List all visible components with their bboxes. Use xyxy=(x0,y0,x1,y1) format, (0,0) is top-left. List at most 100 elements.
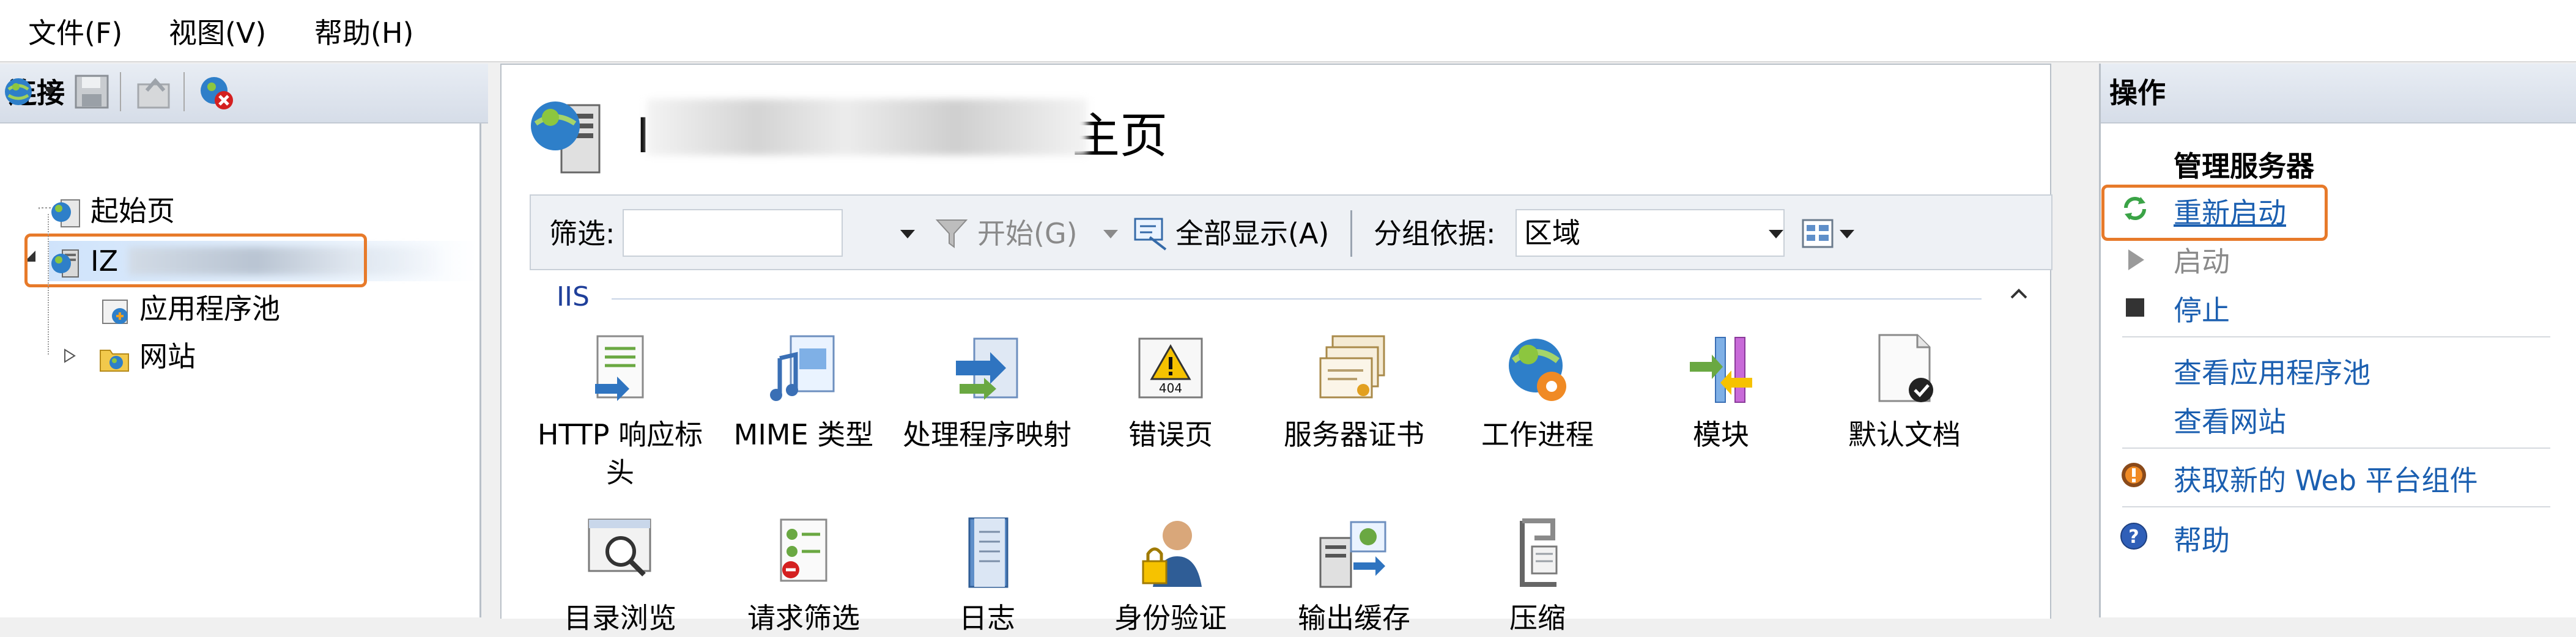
feature-label: 默认文档 xyxy=(1848,418,1961,451)
group-by-dropdown-arrow[interactable] xyxy=(1769,230,1783,238)
menu-help[interactable]: 帮助(H) xyxy=(314,11,413,51)
feature-compression[interactable]: 压缩 xyxy=(1446,514,1629,637)
get-web-platform-link[interactable]: 获取新的 Web 平台组件 xyxy=(2174,458,2478,499)
show-all-icon[interactable] xyxy=(1131,215,1169,252)
feature-label: 服务器证书 xyxy=(1284,418,1424,451)
feature-label: 身份验证 xyxy=(1114,602,1227,635)
toolbar-separator xyxy=(120,72,121,111)
toolbar-separator xyxy=(183,72,185,111)
save-icon[interactable] xyxy=(72,72,111,111)
help-icon: ? xyxy=(2120,523,2147,550)
feature-directory-browsing[interactable]: 目录浏览 xyxy=(528,514,712,637)
feature-server-certificates[interactable]: 服务器证书 xyxy=(1262,330,1446,454)
authentication-icon xyxy=(1142,521,1202,587)
filter-dropdown-arrow[interactable] xyxy=(900,230,915,238)
connections-panel: 连接 xyxy=(0,64,488,617)
feature-label: 目录浏览 xyxy=(564,602,676,635)
menu-file[interactable]: 文件(F) xyxy=(28,11,122,51)
start-link[interactable]: 启动 xyxy=(2174,240,2230,280)
server-highlight-box xyxy=(24,234,367,287)
feature-logging[interactable]: 日志 xyxy=(895,514,1079,637)
feature-output-caching[interactable]: 输出缓存 xyxy=(1262,514,1446,637)
funnel-icon[interactable] xyxy=(935,216,969,251)
output-caching-icon xyxy=(1319,521,1386,588)
actions-divider xyxy=(2122,447,2550,449)
feature-modules[interactable]: 模块 xyxy=(1629,330,1813,454)
tree-guide-line xyxy=(48,214,50,355)
feature-request-filtering[interactable]: 请求筛选 xyxy=(712,514,895,637)
mime-types-icon xyxy=(770,335,835,401)
stop-link[interactable]: 停止 xyxy=(2174,289,2230,329)
group-by-label: 分组依据: xyxy=(1374,217,1496,250)
feature-label: 工作进程 xyxy=(1481,418,1594,451)
tree-item-sites[interactable]: 网站 xyxy=(98,336,196,377)
expand-arrow-icon[interactable] xyxy=(64,348,76,363)
filter-label: 筛选: xyxy=(549,217,615,250)
view-mode-icon[interactable] xyxy=(1801,216,1835,251)
sites-folder-icon xyxy=(100,349,129,372)
collapse-chevron-icon[interactable] xyxy=(2010,287,2028,300)
feature-error-pages[interactable]: 404 错误页 xyxy=(1079,330,1262,454)
up-level-icon[interactable] xyxy=(135,72,174,111)
feature-authentication[interactable]: 身份验证 xyxy=(1079,514,1262,637)
actions-divider xyxy=(2122,506,2550,507)
logging-icon xyxy=(968,517,1009,588)
feature-handler-mappings[interactable]: 处理程序映射 xyxy=(895,330,1079,454)
start-page-label: 起始页 xyxy=(91,194,175,227)
start-icon xyxy=(2128,249,2144,270)
feature-label: 错误页 xyxy=(1128,418,1213,451)
feature-label: 请求筛选 xyxy=(747,602,860,635)
feature-label: 日志 xyxy=(959,602,1015,635)
feature-worker-processes[interactable]: 工作进程 xyxy=(1446,330,1629,454)
view-sites-link[interactable]: 查看网站 xyxy=(2174,400,2286,440)
feature-mime-types[interactable]: MIME 类型 xyxy=(712,330,895,454)
app-pools-label: 应用程序池 xyxy=(139,292,280,325)
filter-input[interactable] xyxy=(623,209,843,257)
request-filtering-icon xyxy=(780,518,827,582)
filter-toolbar: 筛选: 开始(G) 全部显示(A) 分组依据: 区域 xyxy=(530,194,2052,270)
default-document-icon xyxy=(1878,334,1933,402)
actions-panel: 操作 xyxy=(2099,64,2576,617)
group-by-select[interactable]: 区域 xyxy=(1516,209,1785,257)
disconnect-icon[interactable] xyxy=(197,72,236,111)
toolbar-separator xyxy=(1350,210,1352,257)
start-dropdown-arrow[interactable] xyxy=(1103,230,1118,238)
help-link[interactable]: 帮助 xyxy=(2174,518,2230,559)
menu-bar: 文件(F) 视图(V) 帮助(H) xyxy=(0,0,2576,62)
feature-label: 模块 xyxy=(1693,418,1749,451)
svg-text:?: ? xyxy=(2128,526,2139,548)
http-response-headers-icon xyxy=(595,335,644,401)
restart-highlight-box xyxy=(2101,185,2328,241)
stop-icon xyxy=(2126,298,2144,317)
svg-text:404: 404 xyxy=(1159,381,1182,396)
show-all-button[interactable]: 全部显示(A) xyxy=(1175,196,1329,271)
connect-globe-icon[interactable] xyxy=(2,72,42,111)
start-button[interactable]: 开始(G) xyxy=(977,196,1078,271)
handler-mappings-icon xyxy=(956,337,1018,400)
feature-label: 压缩 xyxy=(1509,602,1566,635)
sites-label: 网站 xyxy=(139,340,196,373)
tree-item-app-pools[interactable]: 应用程序池 xyxy=(98,289,280,329)
view-mode-dropdown-arrow[interactable] xyxy=(1840,230,1854,238)
section-divider xyxy=(612,298,1982,300)
server-certificates-icon xyxy=(1319,335,1385,399)
server-home-icon xyxy=(531,101,601,174)
section-iis-header[interactable]: IIS xyxy=(557,281,590,312)
group-by-value: 区域 xyxy=(1524,216,1580,249)
redacted-server-name xyxy=(647,99,1087,155)
feature-label: HTTP 响应标头 xyxy=(537,418,703,489)
manage-server-heading: 管理服务器 xyxy=(2174,150,2314,183)
app-pools-icon xyxy=(102,299,128,324)
feature-default-document[interactable]: 默认文档 xyxy=(1813,330,1996,454)
tree-item-start-page[interactable]: 起始页 xyxy=(49,191,175,231)
menu-view[interactable]: 视图(V) xyxy=(169,11,266,51)
error-pages-icon: 404 xyxy=(1138,337,1203,399)
directory-browsing-icon xyxy=(588,518,651,576)
view-app-pools-link[interactable]: 查看应用程序池 xyxy=(2174,351,2371,391)
chevron-down-icon[interactable] xyxy=(44,87,56,95)
worker-processes-icon xyxy=(1509,339,1566,401)
start-page-icon xyxy=(51,199,80,227)
actions-title: 操作 xyxy=(2101,64,2576,123)
feature-label: MIME 类型 xyxy=(733,418,874,451)
feature-http-response-headers[interactable]: HTTP 响应标头 xyxy=(528,330,712,492)
